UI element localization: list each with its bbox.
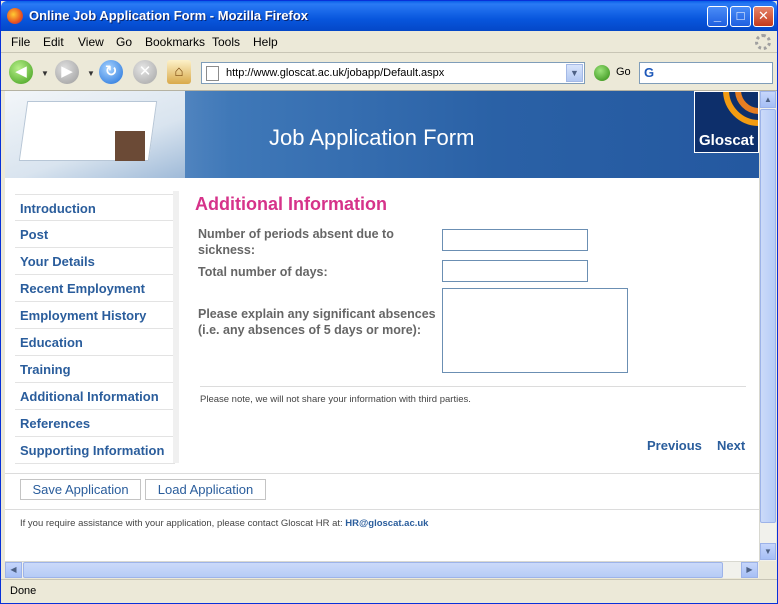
url-bar[interactable]: http://www.gloscat.ac.uk/jobapp/Default.… xyxy=(201,62,585,84)
sidebar-item-references[interactable]: References xyxy=(15,410,175,437)
vertical-scrollbar[interactable]: ▲ ▼ xyxy=(759,91,776,561)
menu-view[interactable]: View xyxy=(78,35,104,49)
previous-link[interactable]: Previous xyxy=(647,438,702,453)
form-divider xyxy=(200,386,746,387)
page-icon xyxy=(206,66,219,81)
save-application-button[interactable]: Save Application xyxy=(20,479,141,500)
total-days-input[interactable] xyxy=(442,260,588,282)
actions-divider-top xyxy=(5,473,759,474)
vertical-scroll-thumb[interactable] xyxy=(760,109,776,523)
maximize-button[interactable]: □ xyxy=(730,6,751,27)
search-box[interactable]: G xyxy=(639,62,773,84)
absent-periods-input[interactable] xyxy=(442,229,588,251)
sidebar-item-introduction[interactable]: Introduction xyxy=(15,194,175,221)
stop-icon[interactable]: ✕ xyxy=(133,60,157,84)
horizontal-scrollbar[interactable]: ◀ ▶ xyxy=(5,561,759,578)
banner-image-person xyxy=(115,131,145,161)
menu-tools[interactable]: Tools xyxy=(212,35,240,49)
gloscat-logo: Gloscat xyxy=(694,91,759,153)
menu-bookmarks[interactable]: Bookmarks xyxy=(145,35,205,49)
sidebar-item-employment-history[interactable]: Employment History xyxy=(15,302,175,329)
scroll-right-icon[interactable]: ▶ xyxy=(741,562,758,578)
title-bar: Online Job Application Form - Mozilla Fi… xyxy=(1,1,777,31)
menu-edit[interactable]: Edit xyxy=(43,35,64,49)
help-text: If you require assistance with your appl… xyxy=(20,518,428,529)
back-history-dropdown-icon[interactable]: ▼ xyxy=(41,69,49,78)
reload-icon[interactable]: ↻ xyxy=(99,60,123,84)
hr-email-link[interactable]: HR@gloscat.ac.uk xyxy=(345,518,428,529)
section-title: Additional Information xyxy=(195,194,387,214)
menu-file[interactable]: File xyxy=(11,35,30,49)
absent-periods-label: Number of periods absent due to sickness… xyxy=(198,227,394,257)
status-text: Done xyxy=(10,585,37,597)
sidebar-item-education[interactable]: Education xyxy=(15,329,175,356)
sidebar-item-training[interactable]: Training xyxy=(15,356,175,383)
forward-history-dropdown-icon[interactable]: ▼ xyxy=(87,69,95,78)
firefox-icon xyxy=(7,8,23,24)
actions-divider-bottom xyxy=(5,509,759,510)
url-dropdown-icon[interactable]: ▼ xyxy=(566,64,583,82)
horizontal-scroll-thumb[interactable] xyxy=(23,562,723,578)
menu-help[interactable]: Help xyxy=(253,35,278,49)
window-title: Online Job Application Form - Mozilla Fi… xyxy=(29,8,309,23)
google-search-icon[interactable]: G xyxy=(644,65,654,80)
close-button[interactable]: ✕ xyxy=(753,6,774,27)
scroll-up-icon[interactable]: ▲ xyxy=(760,91,776,108)
home-icon[interactable]: ⌂ xyxy=(167,60,191,84)
sidebar-item-recent-employment[interactable]: Recent Employment xyxy=(15,275,175,302)
next-link[interactable]: Next xyxy=(717,438,745,453)
sidebar-item-additional-information[interactable]: Additional Information xyxy=(15,383,175,410)
navigation-toolbar: ◀ ▼ ▶ ▼ ↻ ✕ ⌂ http://www.gloscat.ac.uk/j… xyxy=(1,53,777,91)
sidebar-item-post[interactable]: Post xyxy=(15,221,175,248)
page-banner: Job Application Form Gloscat xyxy=(5,91,759,178)
sidebar-item-your-details[interactable]: Your Details xyxy=(15,248,175,275)
privacy-note: Please note, we will not share your info… xyxy=(200,394,471,405)
logo-text: Gloscat xyxy=(699,132,755,149)
scroll-left-icon[interactable]: ◀ xyxy=(5,562,22,578)
sidebar-item-supporting-information[interactable]: Supporting Information xyxy=(15,437,175,464)
status-bar: Done xyxy=(1,579,777,603)
go-icon[interactable] xyxy=(594,65,610,81)
sidebar-divider xyxy=(173,191,179,463)
menu-go[interactable]: Go xyxy=(116,35,132,49)
explain-absences-textarea[interactable] xyxy=(442,288,628,373)
minimize-button[interactable]: _ xyxy=(707,6,728,27)
page-heading: Job Application Form xyxy=(269,125,475,150)
explain-absences-label: Please explain any significant absences … xyxy=(198,307,436,337)
sidebar-nav: Introduction Post Your Details Recent Em… xyxy=(15,194,175,464)
banner-screenshot-image xyxy=(5,91,185,178)
throbber-icon xyxy=(755,34,771,50)
total-days-label: Total number of days: xyxy=(198,265,328,279)
url-text[interactable]: http://www.gloscat.ac.uk/jobapp/Default.… xyxy=(226,67,444,79)
menu-bar: File Edit View Go Bookmarks Tools Help xyxy=(1,31,777,53)
page-viewport: Job Application Form Gloscat Introductio… xyxy=(5,91,759,561)
forward-arrow-icon[interactable]: ▶ xyxy=(55,60,79,84)
browser-window: Online Job Application Form - Mozilla Fi… xyxy=(0,0,778,604)
back-arrow-icon[interactable]: ◀ xyxy=(9,60,33,84)
help-message: If you require assistance with your appl… xyxy=(20,518,343,529)
load-application-button[interactable]: Load Application xyxy=(145,479,266,500)
go-button-label[interactable]: Go xyxy=(616,66,631,78)
scroll-down-icon[interactable]: ▼ xyxy=(760,543,776,560)
